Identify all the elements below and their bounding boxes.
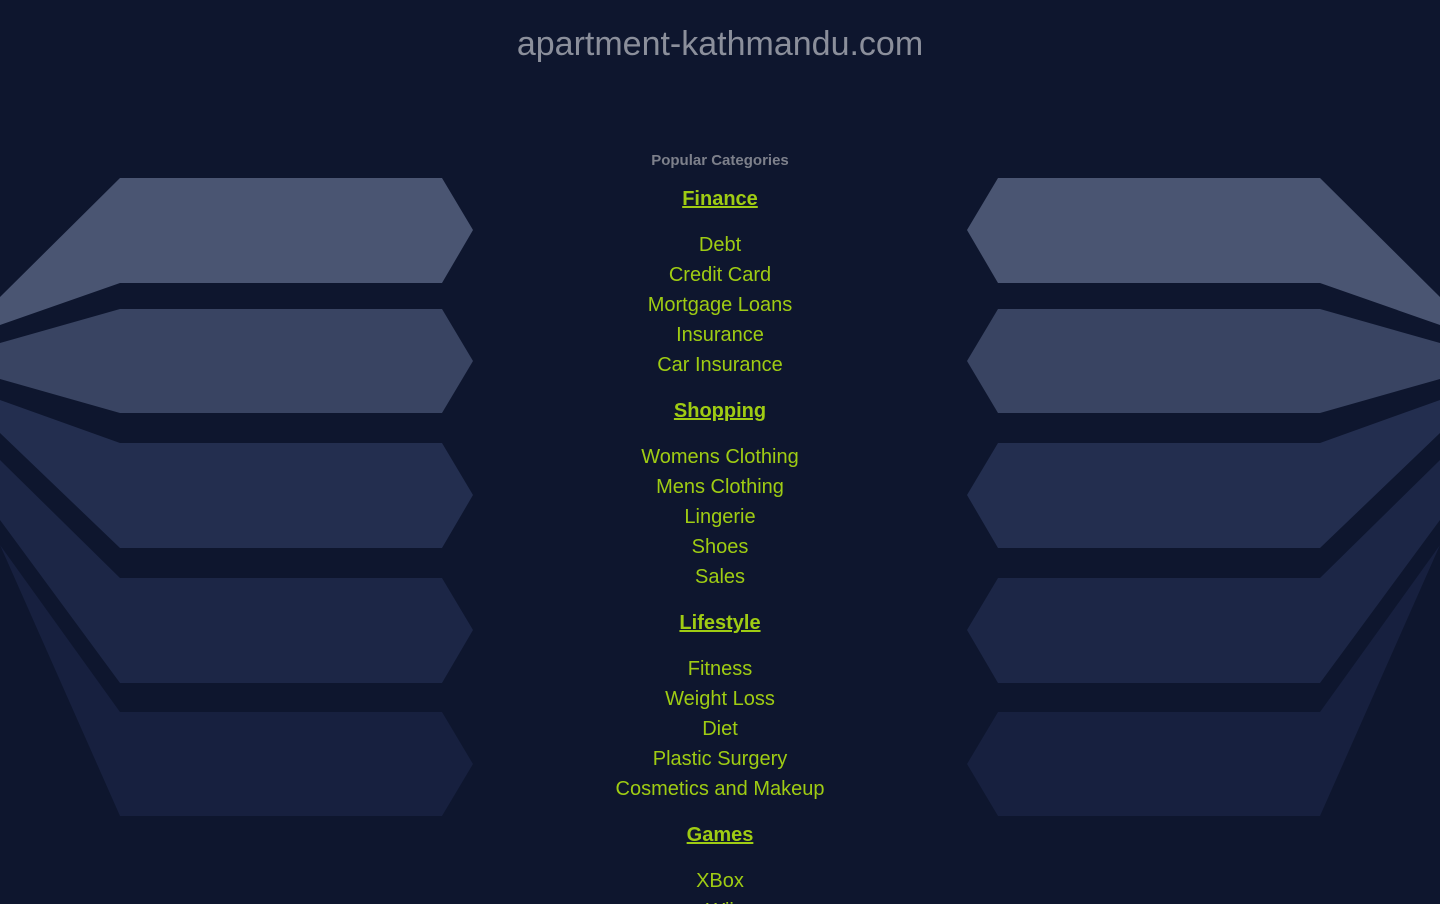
category-link[interactable]: Lingerie — [684, 506, 755, 528]
category-link[interactable]: Cosmetics and Makeup — [616, 778, 825, 800]
list-item: Car Insurance — [0, 350, 1440, 380]
category-link[interactable]: Shoes — [692, 536, 749, 558]
category-list: Finance Debt Credit Card Mortgage Loans Insu… — [0, 184, 1440, 904]
list-item: Plastic Surgery — [0, 744, 1440, 774]
list-item: Mortgage Loans — [0, 290, 1440, 320]
popular-categories-label: Popular Categories — [651, 152, 789, 169]
list-item: Weight Loss — [0, 684, 1440, 714]
list-item: Insurance — [0, 320, 1440, 350]
list-item: Sales — [0, 562, 1440, 592]
category-link[interactable]: Wii — [706, 900, 734, 904]
main-content: apartment-kathmandu.com Popular Categori… — [0, 0, 1440, 904]
category-heading-link[interactable]: Lifestyle — [679, 608, 760, 638]
list-item: Lingerie — [0, 502, 1440, 532]
category-link[interactable]: Weight Loss — [665, 688, 775, 710]
category-heading-row: Shopping — [0, 396, 1440, 442]
domain-title: apartment-kathmandu.com — [516, 25, 924, 63]
list-item: XBox — [0, 866, 1440, 896]
category-section-games: Games XBox Wii — [0, 820, 1440, 904]
category-link[interactable]: Fitness — [688, 658, 752, 680]
category-link[interactable]: Plastic Surgery — [653, 748, 788, 770]
category-heading-link[interactable]: Shopping — [674, 396, 766, 426]
list-item: Diet — [0, 714, 1440, 744]
list-item: Shoes — [0, 532, 1440, 562]
category-link[interactable]: Diet — [702, 718, 738, 740]
list-item: Fitness — [0, 654, 1440, 684]
list-item: Debt — [0, 230, 1440, 260]
category-heading-link[interactable]: Games — [687, 820, 754, 850]
category-link[interactable]: Credit Card — [669, 264, 771, 286]
category-link[interactable]: Sales — [695, 566, 745, 588]
category-link[interactable]: Mortgage Loans — [648, 294, 793, 316]
category-section-lifestyle: Lifestyle Fitness Weight Loss Diet Plastic S… — [0, 608, 1440, 804]
parked-domain-page: apartment-kathmandu.com Popular Categori… — [0, 0, 1440, 904]
category-links-list: Womens Clothing Mens Clothing Lingerie Shoe… — [0, 442, 1440, 592]
category-heading-row: Finance — [0, 184, 1440, 230]
category-links-list: Fitness Weight Loss Diet Plastic Surgery Cos… — [0, 654, 1440, 804]
list-item: Wii — [0, 896, 1440, 904]
list-item: Mens Clothing — [0, 472, 1440, 502]
list-item: Credit Card — [0, 260, 1440, 290]
category-link[interactable]: Womens Clothing — [641, 446, 798, 468]
category-heading-link[interactable]: Finance — [682, 184, 758, 214]
category-link[interactable]: Debt — [699, 234, 741, 256]
category-section-finance: Finance Debt Credit Card Mortgage Loans Insu… — [0, 184, 1440, 380]
list-item: Cosmetics and Makeup — [0, 774, 1440, 804]
category-link[interactable]: Insurance — [676, 324, 764, 346]
category-link[interactable]: Mens Clothing — [656, 476, 784, 498]
category-link[interactable]: XBox — [696, 870, 744, 892]
category-link[interactable]: Car Insurance — [657, 354, 783, 376]
category-heading-row: Games — [0, 820, 1440, 866]
category-links-list: XBox Wii — [0, 866, 1440, 904]
category-heading-row: Lifestyle — [0, 608, 1440, 654]
category-links-list: Debt Credit Card Mortgage Loans Insurance Ca… — [0, 230, 1440, 380]
category-section-shopping: Shopping Womens Clothing Mens Clothing Ling… — [0, 396, 1440, 592]
list-item: Womens Clothing — [0, 442, 1440, 472]
